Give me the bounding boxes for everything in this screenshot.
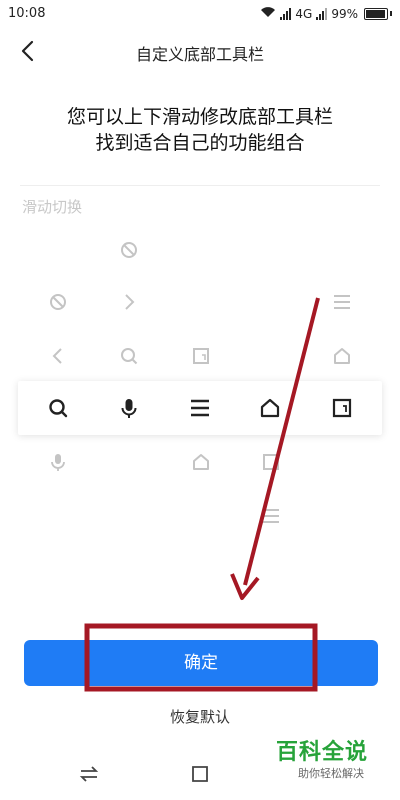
battery-icon xyxy=(364,7,388,20)
menu-icon[interactable] xyxy=(260,505,282,527)
network-label: 4G xyxy=(295,6,313,21)
title-bar: 自定义底部工具栏 xyxy=(0,28,400,74)
home-icon[interactable] xyxy=(259,397,281,419)
no-image-icon[interactable] xyxy=(47,291,69,313)
instruction-text: 您可以上下滑动修改底部工具栏 找到适合自己的功能组合 xyxy=(0,104,400,156)
search-icon[interactable] xyxy=(47,397,69,419)
home-icon[interactable] xyxy=(331,345,353,367)
page-title: 自定义底部工具栏 xyxy=(135,45,264,64)
confirm-button[interactable]: 确定 xyxy=(24,640,378,686)
watermark-logo: 百科全说 助你轻松解决 xyxy=(276,740,386,790)
menu-icon[interactable] xyxy=(331,291,353,313)
swipe-hint: 滑动切换 xyxy=(22,198,83,216)
signal-icon xyxy=(280,7,292,20)
watermark-title: 百科全说 xyxy=(276,740,369,765)
menu-icon[interactable] xyxy=(189,397,211,419)
wifi-icon xyxy=(260,6,276,21)
home-icon[interactable] xyxy=(190,451,212,473)
instruction-line-1: 您可以上下滑动修改底部工具栏 xyxy=(66,106,333,128)
selected-toolbar-row xyxy=(18,381,382,435)
back-icon[interactable] xyxy=(47,345,69,367)
watermark-subtitle: 助你轻松解决 xyxy=(298,767,364,780)
status-indicators: 4G 99% xyxy=(260,6,392,21)
microphone-icon[interactable] xyxy=(47,451,69,473)
search-icon[interactable] xyxy=(118,345,140,367)
no-image-icon[interactable] xyxy=(118,239,140,261)
status-time: 10:08 xyxy=(8,6,46,21)
forward-icon[interactable] xyxy=(118,291,140,313)
annotation-arrowhead xyxy=(230,573,260,600)
instruction-line-2: 找到适合自己的功能组合 xyxy=(95,132,305,154)
signal-icon-2 xyxy=(316,7,328,20)
restore-default-link[interactable]: 恢复默认 xyxy=(0,706,400,727)
divider xyxy=(20,185,380,186)
microphone-icon[interactable] xyxy=(118,397,140,419)
battery-percent: 99% xyxy=(331,6,358,21)
tabs-icon[interactable] xyxy=(260,451,282,473)
recent-tasks-icon[interactable] xyxy=(190,764,210,788)
tabs-icon[interactable] xyxy=(331,397,353,419)
status-bar: 10:08 4G 99% xyxy=(0,0,400,28)
tabs-icon[interactable] xyxy=(190,345,212,367)
annotation-arrow-line xyxy=(243,297,320,586)
switch-apps-icon[interactable] xyxy=(78,764,100,788)
